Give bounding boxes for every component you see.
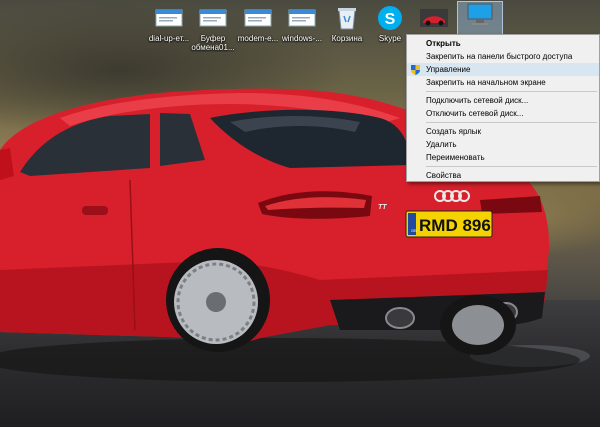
menu-item-disconnect-network-drive[interactable]: Отключить сетевой диск... xyxy=(407,107,599,120)
menu-item-properties[interactable]: Свойства xyxy=(407,169,599,182)
recycle-bin-icon xyxy=(332,6,362,30)
text-file-icon xyxy=(243,6,273,30)
text-file-icon xyxy=(287,6,317,30)
menu-item-pin-start[interactable]: Закрепить на начальном экране xyxy=(407,76,599,89)
shield-icon xyxy=(411,65,420,75)
desktop-icon-this-pc[interactable] xyxy=(457,1,503,37)
menu-item-label: Управление xyxy=(426,65,471,74)
desktop[interactable]: TT GB RMD 896 dial-up-ет... Буфер обмена… xyxy=(0,0,600,427)
menu-item-rename[interactable]: Переименовать xyxy=(407,151,599,164)
text-file-icon xyxy=(198,6,228,30)
menu-item-map-network-drive[interactable]: Подключить сетевой диск... xyxy=(407,94,599,107)
car-shortcut-icon xyxy=(419,6,449,30)
text-file-icon xyxy=(154,6,184,30)
menu-item-create-shortcut[interactable]: Создать ярлык xyxy=(407,125,599,138)
menu-separator xyxy=(426,166,597,167)
menu-separator xyxy=(426,122,597,123)
skype-icon: S xyxy=(375,6,405,30)
menu-item-pin-quick-access[interactable]: Закрепить на панели быстрого доступа xyxy=(407,50,599,63)
car-badge: TT xyxy=(378,204,387,211)
plate-country: GB xyxy=(411,228,417,233)
license-plate-text: RMD 896 xyxy=(419,216,491,235)
this-pc-icon xyxy=(465,2,495,26)
menu-item-delete[interactable]: Удалить xyxy=(407,138,599,151)
context-menu: Открыть Закрепить на панели быстрого дос… xyxy=(406,34,600,182)
svg-text:S: S xyxy=(385,11,396,28)
menu-item-manage[interactable]: Управление xyxy=(407,63,599,76)
menu-item-open[interactable]: Открыть xyxy=(407,37,599,50)
menu-separator xyxy=(426,91,597,92)
